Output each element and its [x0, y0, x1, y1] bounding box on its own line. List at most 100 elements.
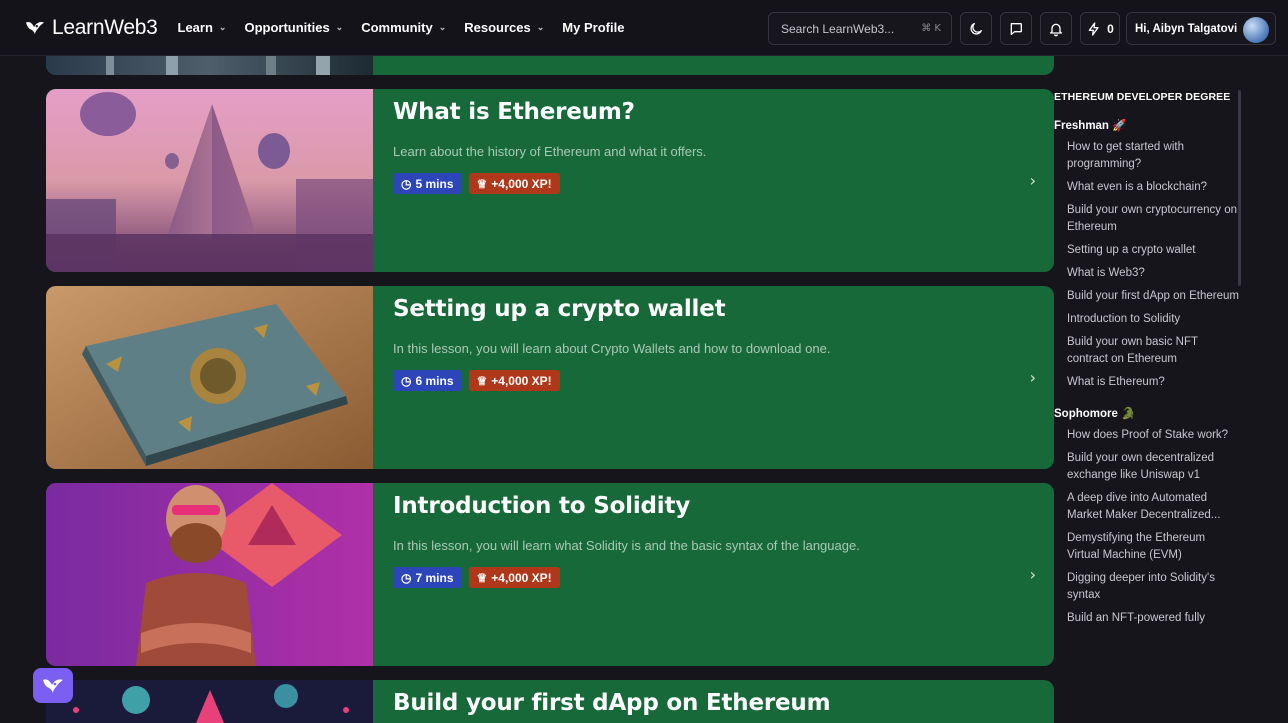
clock-icon: ◷ — [401, 176, 412, 191]
lesson-badges: ◷ 5 mins ♕ +4,000 XP! — [393, 173, 1014, 194]
chevron-down-icon: ⌄ — [438, 22, 447, 32]
lesson-card-body: Setting up a crypto wallet In this lesso… — [393, 286, 1014, 391]
chat-icon — [1010, 22, 1022, 35]
trophy-icon: ♕ — [476, 570, 488, 585]
chevron-down-icon: ⌄ — [536, 22, 545, 32]
bolt-icon — [1088, 21, 1099, 36]
sidebar-fade — [1054, 652, 1240, 674]
section-name: Freshman — [1054, 120, 1109, 132]
sidebar-item[interactable]: Build your own basic NFT contract on Eth… — [1067, 334, 1240, 368]
logo-bird-icon — [26, 21, 44, 34]
lesson-title: Build your first dApp on Ethereum — [393, 690, 831, 716]
chevron-down-icon: ⌄ — [218, 22, 227, 32]
sidebar-item[interactable]: Digging deeper into Solidity's syntax — [1067, 570, 1240, 604]
nav-resources[interactable]: Resources ⌄ — [464, 20, 544, 35]
lesson-thumbnail — [46, 89, 373, 272]
lesson-card-body: What is Ethereum? Learn about the histor… — [393, 89, 1014, 194]
duration-text: 6 mins — [415, 373, 454, 388]
sidebar-list-sophomore: How does Proof of Stake work? Build your… — [1054, 427, 1240, 627]
sidebar-item[interactable]: What is Ethereum? — [1067, 374, 1240, 391]
clock-icon: ◷ — [401, 373, 412, 388]
duration-badge: ◷ 7 mins — [393, 567, 462, 588]
duration-text: 7 mins — [415, 570, 454, 585]
chevron-right-icon: › — [1029, 564, 1036, 584]
nav-opportunities-label: Opportunities — [244, 20, 330, 35]
lesson-card-crypto-wallet[interactable]: Setting up a crypto wallet In this lesso… — [46, 286, 1054, 469]
lesson-title: Setting up a crypto wallet — [393, 296, 726, 322]
chevron-right-icon: › — [1029, 367, 1036, 387]
brand-logo[interactable]: LearnWeb3 — [24, 16, 158, 40]
profile-greeting: Hi, Aibyn Talgatovi — [1135, 22, 1238, 35]
notifications-button[interactable] — [1040, 12, 1072, 45]
profile-menu-button[interactable]: Hi, Aibyn Talgatovi — [1126, 12, 1276, 45]
sidebar-section-sophomore[interactable]: Sophomore 🐊 — [1054, 406, 1240, 420]
trophy-icon: ♕ — [476, 373, 488, 388]
sidebar-item[interactable]: Build your own decentralized exchange li… — [1067, 450, 1240, 484]
theme-toggle-button[interactable] — [960, 12, 992, 45]
sidebar-item[interactable]: A deep dive into Automated Market Maker … — [1067, 490, 1240, 524]
nav-learn-label: Learn — [177, 20, 213, 35]
xp-badge: ♕ +4,000 XP! — [468, 370, 560, 391]
duration-badge: ◷ 5 mins — [393, 173, 462, 194]
sidebar-item[interactable]: Build your first dApp on Ethereum — [1067, 288, 1240, 305]
xp-text: +4,000 XP! — [491, 570, 552, 585]
help-chat-button[interactable] — [33, 668, 73, 703]
sidebar-item[interactable]: Build an NFT-powered fully — [1067, 610, 1240, 627]
lesson-title: What is Ethereum? — [393, 99, 635, 125]
lesson-card-body: Build your first dApp on Ethereum — [393, 680, 1014, 716]
nav-community-label: Community — [361, 20, 433, 35]
search-placeholder: Search LearnWeb3... — [781, 21, 895, 36]
sidebar-section-freshman[interactable]: Freshman 🚀 — [1054, 118, 1240, 132]
nav-learn[interactable]: Learn ⌄ — [178, 20, 227, 35]
sidebar-item[interactable]: Demystifying the Ethereum Virtual Machin… — [1067, 530, 1240, 564]
trophy-icon: ♕ — [476, 176, 488, 191]
lesson-description: In this lesson, you will learn about Cry… — [393, 341, 831, 356]
chevron-down-icon: ⌄ — [335, 22, 344, 32]
chevron-right-icon: › — [1029, 170, 1036, 190]
lesson-title: Introduction to Solidity — [393, 493, 691, 519]
search-input[interactable]: Search LearnWeb3... ⌘ K — [768, 12, 952, 45]
top-navbar: LearnWeb3 Learn ⌄ Opportunities ⌄ Communit… — [0, 0, 1288, 56]
duration-text: 5 mins — [415, 176, 454, 191]
sidebar-item[interactable]: How to get started with programming? — [1067, 139, 1240, 173]
sidebar-item[interactable]: What even is a blockchain? — [1067, 179, 1240, 196]
nav-my-profile[interactable]: My Profile — [562, 20, 624, 35]
lesson-thumbnail — [46, 680, 373, 723]
lesson-description: In this lesson, you will learn what Soli… — [393, 538, 860, 553]
lesson-card-intro-solidity[interactable]: Introduction to Solidity In this lesson,… — [46, 483, 1054, 666]
sidebar-item[interactable]: Setting up a crypto wallet — [1067, 242, 1240, 259]
xp-badge: ♕ +4,000 XP! — [468, 567, 560, 588]
sidebar-item[interactable]: What is Web3? — [1067, 265, 1240, 282]
clock-icon: ◷ — [401, 570, 412, 585]
lesson-thumbnail — [46, 286, 373, 469]
xp-count: 0 — [1107, 21, 1114, 36]
nav-resources-label: Resources — [464, 20, 531, 35]
brand-name: LearnWeb3 — [52, 15, 158, 39]
sidebar-item[interactable]: How does Proof of Stake work? — [1067, 427, 1240, 444]
lesson-card-what-is-ethereum[interactable]: What is Ethereum? Learn about the histor… — [46, 89, 1054, 272]
lesson-badges: ◷ 7 mins ♕ +4,000 XP! — [393, 567, 1014, 588]
messages-button[interactable] — [1000, 12, 1032, 45]
help-bird-icon — [43, 678, 63, 693]
sidebar-heading: ETHEREUM DEVELOPER DEGREE — [1054, 91, 1231, 103]
xp-button[interactable]: 0 — [1080, 12, 1120, 45]
sidebar-scrollbar[interactable] — [1238, 90, 1241, 286]
lesson-thumbnail — [46, 483, 373, 666]
sidebar-item[interactable]: Build your own cryptocurrency on Ethereu… — [1067, 202, 1240, 236]
nav-community[interactable]: Community ⌄ — [361, 20, 446, 35]
xp-text: +4,000 XP! — [491, 176, 552, 191]
search-shortcut: ⌘ K — [921, 23, 941, 34]
avatar — [1243, 17, 1269, 43]
sidebar-item[interactable]: Introduction to Solidity — [1067, 311, 1240, 328]
lesson-description: Learn about the history of Ethereum and … — [393, 144, 707, 159]
section-name: Sophomore — [1054, 408, 1118, 420]
duration-badge: ◷ 6 mins — [393, 370, 462, 391]
nav-my-profile-label: My Profile — [562, 20, 625, 35]
moon-icon — [970, 22, 982, 35]
nav-opportunities[interactable]: Opportunities ⌄ — [244, 20, 343, 35]
xp-text: +4,000 XP! — [491, 373, 552, 388]
lesson-card-first-dapp[interactable]: Build your first dApp on Ethereum — [46, 680, 1054, 723]
degree-sidebar: ETHEREUM DEVELOPER DEGREE Freshman 🚀 How… — [1054, 86, 1240, 672]
lesson-card-body: Introduction to Solidity In this lesson,… — [393, 483, 1014, 588]
lesson-badges: ◷ 6 mins ♕ +4,000 XP! — [393, 370, 1014, 391]
